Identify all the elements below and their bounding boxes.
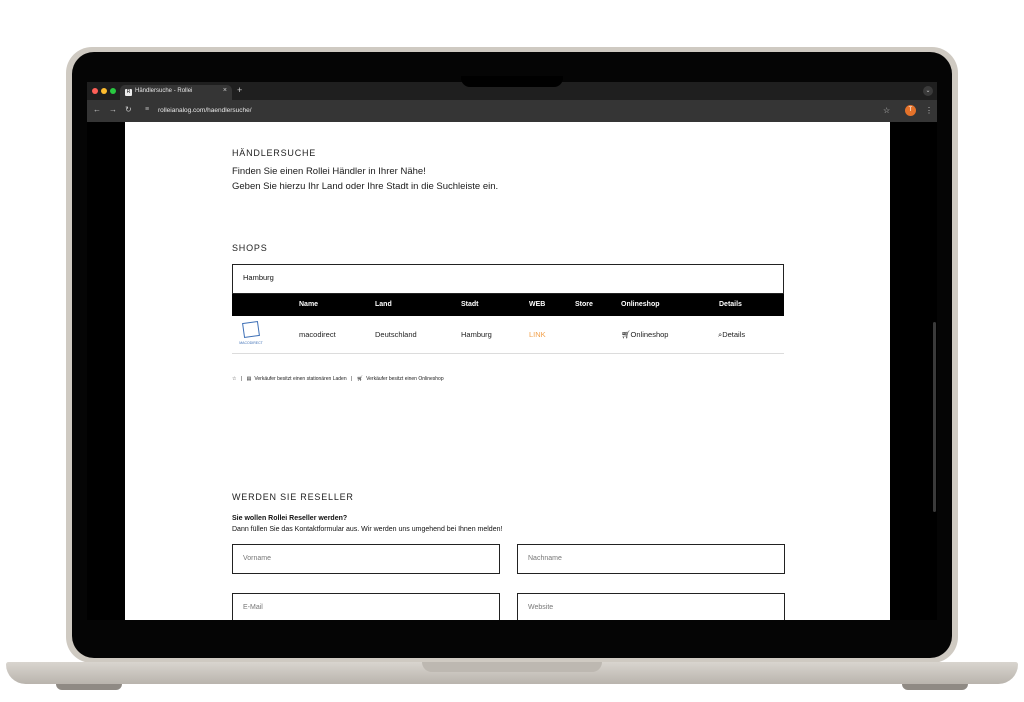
cart-icon: 🛒︎ xyxy=(356,376,364,382)
column-land[interactable]: Land xyxy=(375,301,392,308)
column-stadt[interactable]: Stadt xyxy=(461,301,479,308)
reseller-heading: WERDEN SIE RESELLER xyxy=(232,492,354,502)
website-field[interactable]: Website xyxy=(517,593,785,620)
firstname-field[interactable]: Vorname xyxy=(232,544,500,574)
cart-icon: 🛒︎ xyxy=(621,330,631,339)
table-row: MACODIRECT macodirect Deutschland Hambur… xyxy=(232,316,784,354)
email-field[interactable]: E-Mail xyxy=(232,593,500,620)
page-margin-left xyxy=(87,122,125,620)
rollei-favicon-icon: R xyxy=(125,89,132,96)
shops-heading: SHOPS xyxy=(232,243,268,253)
laptop-foot-left xyxy=(56,684,122,690)
back-arrow-icon[interactable]: ← xyxy=(93,105,101,114)
address-bar[interactable]: rolleianalog.com/haendlersuche/ xyxy=(158,107,252,114)
lastname-field[interactable]: Nachname xyxy=(517,544,785,574)
column-details[interactable]: Details xyxy=(719,301,742,308)
shop-details-link[interactable]: ⌕Details xyxy=(718,330,745,340)
browser-window: R Händlersuche - Rollei × + ⌄ ← → ↻ ≡ ro… xyxy=(87,82,937,620)
shop-onlineshop-label: Onlineshop xyxy=(630,330,669,339)
laptop-foot-right xyxy=(902,684,968,690)
reload-icon[interactable]: ↻ xyxy=(125,105,132,114)
shop-table-header: Name Land Stadt WEB Store Onlineshop Det… xyxy=(232,294,784,316)
dealer-search-intro-2: Geben Sie hierzu Ihr Land oder Ihre Stad… xyxy=(232,181,499,192)
shop-logo-text: MACODIRECT xyxy=(239,341,263,345)
dealer-search-intro-1: Finden Sie einen Rollei Händler in Ihrer… xyxy=(232,166,426,177)
chevron-down-icon[interactable]: ⌄ xyxy=(923,86,933,96)
new-tab-button[interactable]: + xyxy=(237,85,242,95)
reseller-subheading: Sie wollen Rollei Reseller werden? xyxy=(232,515,348,522)
camera-notch xyxy=(461,76,563,87)
star-icon: ☆ xyxy=(232,376,237,382)
forward-arrow-icon[interactable]: → xyxy=(109,105,117,114)
legend-separator-2: | xyxy=(351,376,353,382)
legend-online-text: Verkäufer besitzt einen Onlineshop xyxy=(366,376,444,382)
page-content: HÄNDLERSUCHE Finden Sie einen Rollei Hän… xyxy=(125,122,890,620)
reseller-text: Dann füllen Sie das Kontaktformular aus.… xyxy=(232,526,503,533)
close-tab-icon[interactable]: × xyxy=(223,87,227,94)
tab-title: Händlersuche - Rollei xyxy=(135,88,193,94)
column-store[interactable]: Store xyxy=(575,301,593,308)
legend-store-text: Verkäufer besitzt einen stationären Lade… xyxy=(254,376,347,382)
scrollbar-thumb[interactable] xyxy=(933,322,936,512)
navigation-bar: ← → ↻ ≡ rolleianalog.com/haendlersuche/ … xyxy=(87,100,937,122)
shop-web-link[interactable]: LINK xyxy=(529,330,546,339)
shop-stadt: Hamburg xyxy=(461,330,492,339)
store-icon: ▤ xyxy=(246,376,252,382)
page-margin-right xyxy=(890,122,937,620)
shop-logo-mark xyxy=(242,320,260,339)
column-onlineshop[interactable]: Onlineshop xyxy=(621,301,660,308)
tune-icon[interactable]: ≡ xyxy=(145,106,149,113)
tab-haendlersuche[interactable]: R Händlersuche - Rollei × xyxy=(120,85,232,100)
minimize-window-button[interactable] xyxy=(101,88,107,94)
shop-legend: ☆ | ▤ Verkäufer besitzt einen stationären… xyxy=(232,376,447,382)
shop-onlineshop-link[interactable]: 🛒︎Onlineshop xyxy=(621,330,668,339)
maximize-window-button[interactable] xyxy=(110,88,116,94)
column-web[interactable]: WEB xyxy=(529,301,545,308)
close-window-button[interactable] xyxy=(92,88,98,94)
column-name[interactable]: Name xyxy=(299,301,318,308)
shop-name: macodirect xyxy=(299,330,336,339)
dealer-search-heading: HÄNDLERSUCHE xyxy=(232,148,317,158)
shop-land: Deutschland xyxy=(375,330,417,339)
shop-search-input[interactable]: Hamburg xyxy=(232,264,784,294)
legend-separator: | xyxy=(240,376,243,382)
shop-details-label: Details xyxy=(722,330,746,339)
laptop-groove xyxy=(422,662,602,672)
star-icon[interactable]: ☆ xyxy=(883,106,890,115)
kebab-menu-icon[interactable]: ⋮ xyxy=(925,106,933,115)
profile-avatar[interactable]: T xyxy=(905,105,916,116)
shop-logo: MACODIRECT xyxy=(238,320,264,347)
